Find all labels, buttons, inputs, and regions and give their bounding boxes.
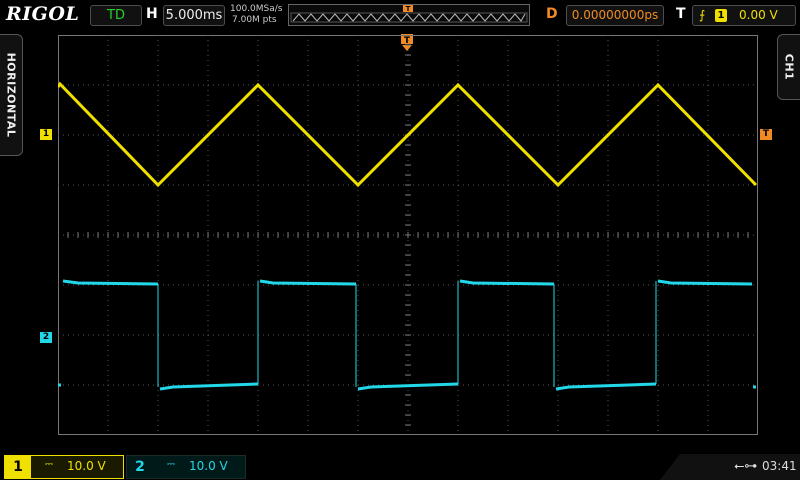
delay-value[interactable]: 0.00000000ps [566, 5, 664, 26]
ch1-number: 1 [5, 456, 31, 478]
ch2-number: 2 [135, 459, 145, 475]
ch1-offset-marker[interactable]: 1 [40, 129, 52, 140]
ch1-menu-tab[interactable]: CH1 [777, 34, 800, 100]
clock: 03:41 [762, 459, 797, 473]
memory-trigger-marker: T [406, 5, 411, 13]
rising-edge-icon: ⨍ [699, 8, 706, 22]
ch1-waveform [58, 81, 758, 188]
trigger-level: 0.00 V [739, 8, 778, 22]
trigger-source: 1 [715, 9, 727, 22]
horizontal-label: H [146, 6, 158, 22]
ch1-scale: 10.0 V [67, 459, 106, 473]
timebase-value[interactable]: 5.000ms [163, 5, 225, 26]
ch2-scale: 10.0 V [189, 459, 228, 473]
run-status-badge[interactable]: TD [90, 5, 142, 26]
sample-rate: 100.0MSa/s [230, 4, 283, 14]
ch1-settings[interactable]: 1 ⎓ 10.0 V [4, 455, 124, 479]
horizontal-tab-label: HORIZONTAL [4, 52, 18, 138]
memory-waveform-preview: T [290, 5, 528, 23]
ch1-tab-label: CH1 [782, 53, 796, 81]
dc-coupling-icon: ⎓ [167, 459, 175, 470]
dc-coupling-icon: ⎓ [45, 459, 53, 470]
memory-depth: 7.00M pts [232, 15, 277, 25]
trigger-settings[interactable]: ⨍ 1 0.00 V [692, 5, 796, 26]
memory-overview-bar[interactable]: T [288, 4, 530, 26]
trigger-level-marker[interactable]: T [760, 129, 772, 140]
delay-label: D [546, 6, 558, 22]
usb-icon: ⭠⊶ [734, 459, 758, 474]
ch2-settings[interactable]: 2 ⎓ 10.0 V [126, 455, 246, 479]
brand-logo: RIGOL [6, 3, 80, 25]
horizontal-menu-tab[interactable]: HORIZONTAL [0, 34, 23, 156]
trigger-label: T [676, 6, 686, 22]
ch2-offset-marker[interactable]: 2 [40, 332, 52, 343]
graticule [58, 35, 758, 435]
waveform-display[interactable] [58, 35, 758, 435]
